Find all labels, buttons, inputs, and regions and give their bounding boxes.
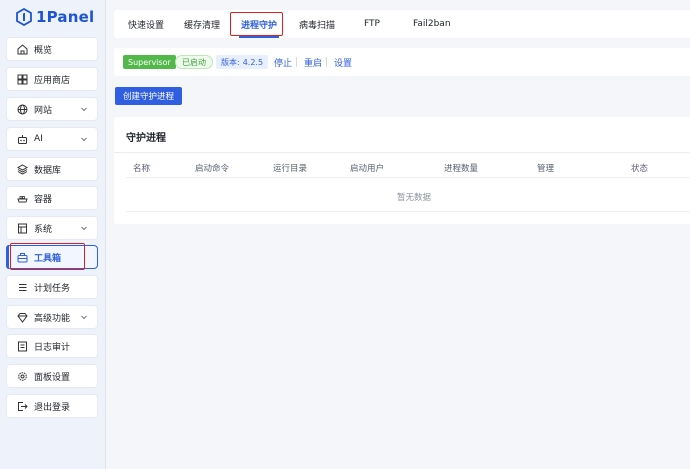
brand-name: 1Panel <box>36 8 95 26</box>
chevron-down-icon <box>80 313 88 321</box>
divider <box>126 177 690 178</box>
sidebar-item-system[interactable]: 系统 <box>6 216 98 240</box>
logout-icon <box>17 401 28 412</box>
tab-process-guard[interactable]: 进程守护 <box>238 10 280 38</box>
sidebar-item-label: 高级功能 <box>34 313 71 324</box>
sidebar-item-label: 系统 <box>34 224 53 235</box>
sidebar-item-label: 日志审计 <box>34 342 71 353</box>
sidebar-item-panel-settings[interactable]: 面板设置 <box>6 364 98 388</box>
chevron-down-icon <box>80 105 88 113</box>
version-value: 4.2.5 <box>242 57 264 67</box>
card-title: 守护进程 <box>126 133 166 144</box>
sidebar-item-label: 应用商店 <box>34 75 71 86</box>
column-header-command[interactable]: 启动命令 <box>195 162 229 174</box>
supervisor-status-bar: Supervisor 已启动 版本: 4.2.5 停止 重启 设置 <box>114 48 690 76</box>
sidebar-item-advanced[interactable]: 高级功能 <box>6 305 98 329</box>
chevron-down-icon <box>80 135 88 143</box>
divider <box>114 152 690 153</box>
database-icon <box>17 163 28 175</box>
container-icon <box>17 193 28 204</box>
grid-icon <box>17 74 28 85</box>
column-header-name[interactable]: 名称 <box>133 162 150 174</box>
log-icon <box>17 341 28 352</box>
tab-bar: 快速设置 缓存清理 进程守护 病毒扫描 FTP Fail2ban <box>114 10 690 38</box>
sidebar-item-label: 容器 <box>34 194 53 205</box>
home-icon <box>17 43 28 55</box>
column-header-user[interactable]: 启动用户 <box>350 162 384 174</box>
chevron-down-icon <box>80 224 88 232</box>
settings-button[interactable]: 设置 <box>334 55 352 69</box>
logo[interactable]: 1Panel <box>16 6 94 28</box>
robot-icon <box>17 134 28 145</box>
sidebar-item-label: 退出登录 <box>34 402 71 413</box>
sidebar-item-ai[interactable]: AI <box>6 127 98 151</box>
1panel-logo-icon <box>16 8 32 26</box>
sidebar-item-toolbox[interactable]: 工具箱 <box>6 245 98 269</box>
toolbox-icon <box>17 252 28 263</box>
status-badge: 已启动 <box>175 55 213 69</box>
restart-button[interactable]: 重启 <box>304 55 322 69</box>
system-icon <box>17 223 28 234</box>
sidebar: 1Panel 概览 应用商店 网站 AI 数据库 容器 系统 工具箱 计划任务 … <box>0 0 106 469</box>
column-header-status[interactable]: 状态 <box>631 162 648 174</box>
process-card: 守护进程 名称 启动命令 运行目录 启动用户 进程数量 管理 状态 暂无数据 <box>114 117 690 224</box>
service-name-badge: Supervisor <box>123 55 176 69</box>
stop-button[interactable]: 停止 <box>274 55 292 69</box>
column-header-process-count[interactable]: 进程数量 <box>444 162 478 174</box>
sidebar-item-label: 工具箱 <box>34 253 62 264</box>
gear-icon <box>17 371 28 382</box>
sidebar-item-label: AI <box>34 134 43 144</box>
sidebar-item-label: 概览 <box>34 45 53 56</box>
sidebar-item-label: 网站 <box>34 105 53 116</box>
create-process-button[interactable]: 创建守护进程 <box>115 87 182 105</box>
diamond-icon <box>17 312 28 323</box>
sidebar-item-logout[interactable]: 退出登录 <box>6 394 98 418</box>
tab-quick-settings[interactable]: 快速设置 <box>128 10 164 38</box>
column-header-manage[interactable]: 管理 <box>537 162 554 174</box>
sidebar-item-label: 面板设置 <box>34 372 71 383</box>
version-badge: 版本: 4.2.5 <box>216 55 269 69</box>
sidebar-item-app-store[interactable]: 应用商店 <box>6 67 98 91</box>
sidebar-item-cron[interactable]: 计划任务 <box>6 275 98 299</box>
tab-virus-scan[interactable]: 病毒扫描 <box>299 10 335 38</box>
sidebar-item-website[interactable]: 网站 <box>6 97 98 121</box>
divider <box>326 57 327 67</box>
globe-icon <box>17 104 28 115</box>
sidebar-item-overview[interactable]: 概览 <box>6 37 98 61</box>
divider <box>126 211 690 212</box>
sidebar-item-container[interactable]: 容器 <box>6 186 98 210</box>
version-label: 版本: <box>221 57 240 67</box>
column-header-directory[interactable]: 运行目录 <box>273 162 307 174</box>
tab-ftp[interactable]: FTP <box>364 10 380 38</box>
sidebar-item-log-audit[interactable]: 日志审计 <box>6 334 98 358</box>
sidebar-item-label: 计划任务 <box>34 283 71 294</box>
tab-fail2ban[interactable]: Fail2ban <box>413 10 451 38</box>
empty-state-text: 暂无数据 <box>396 193 431 203</box>
tab-cache-cleanup[interactable]: 缓存清理 <box>184 10 220 38</box>
sidebar-item-label: 数据库 <box>34 165 62 176</box>
task-list-icon <box>17 282 28 293</box>
divider <box>296 57 297 67</box>
sidebar-item-database[interactable]: 数据库 <box>6 157 98 181</box>
